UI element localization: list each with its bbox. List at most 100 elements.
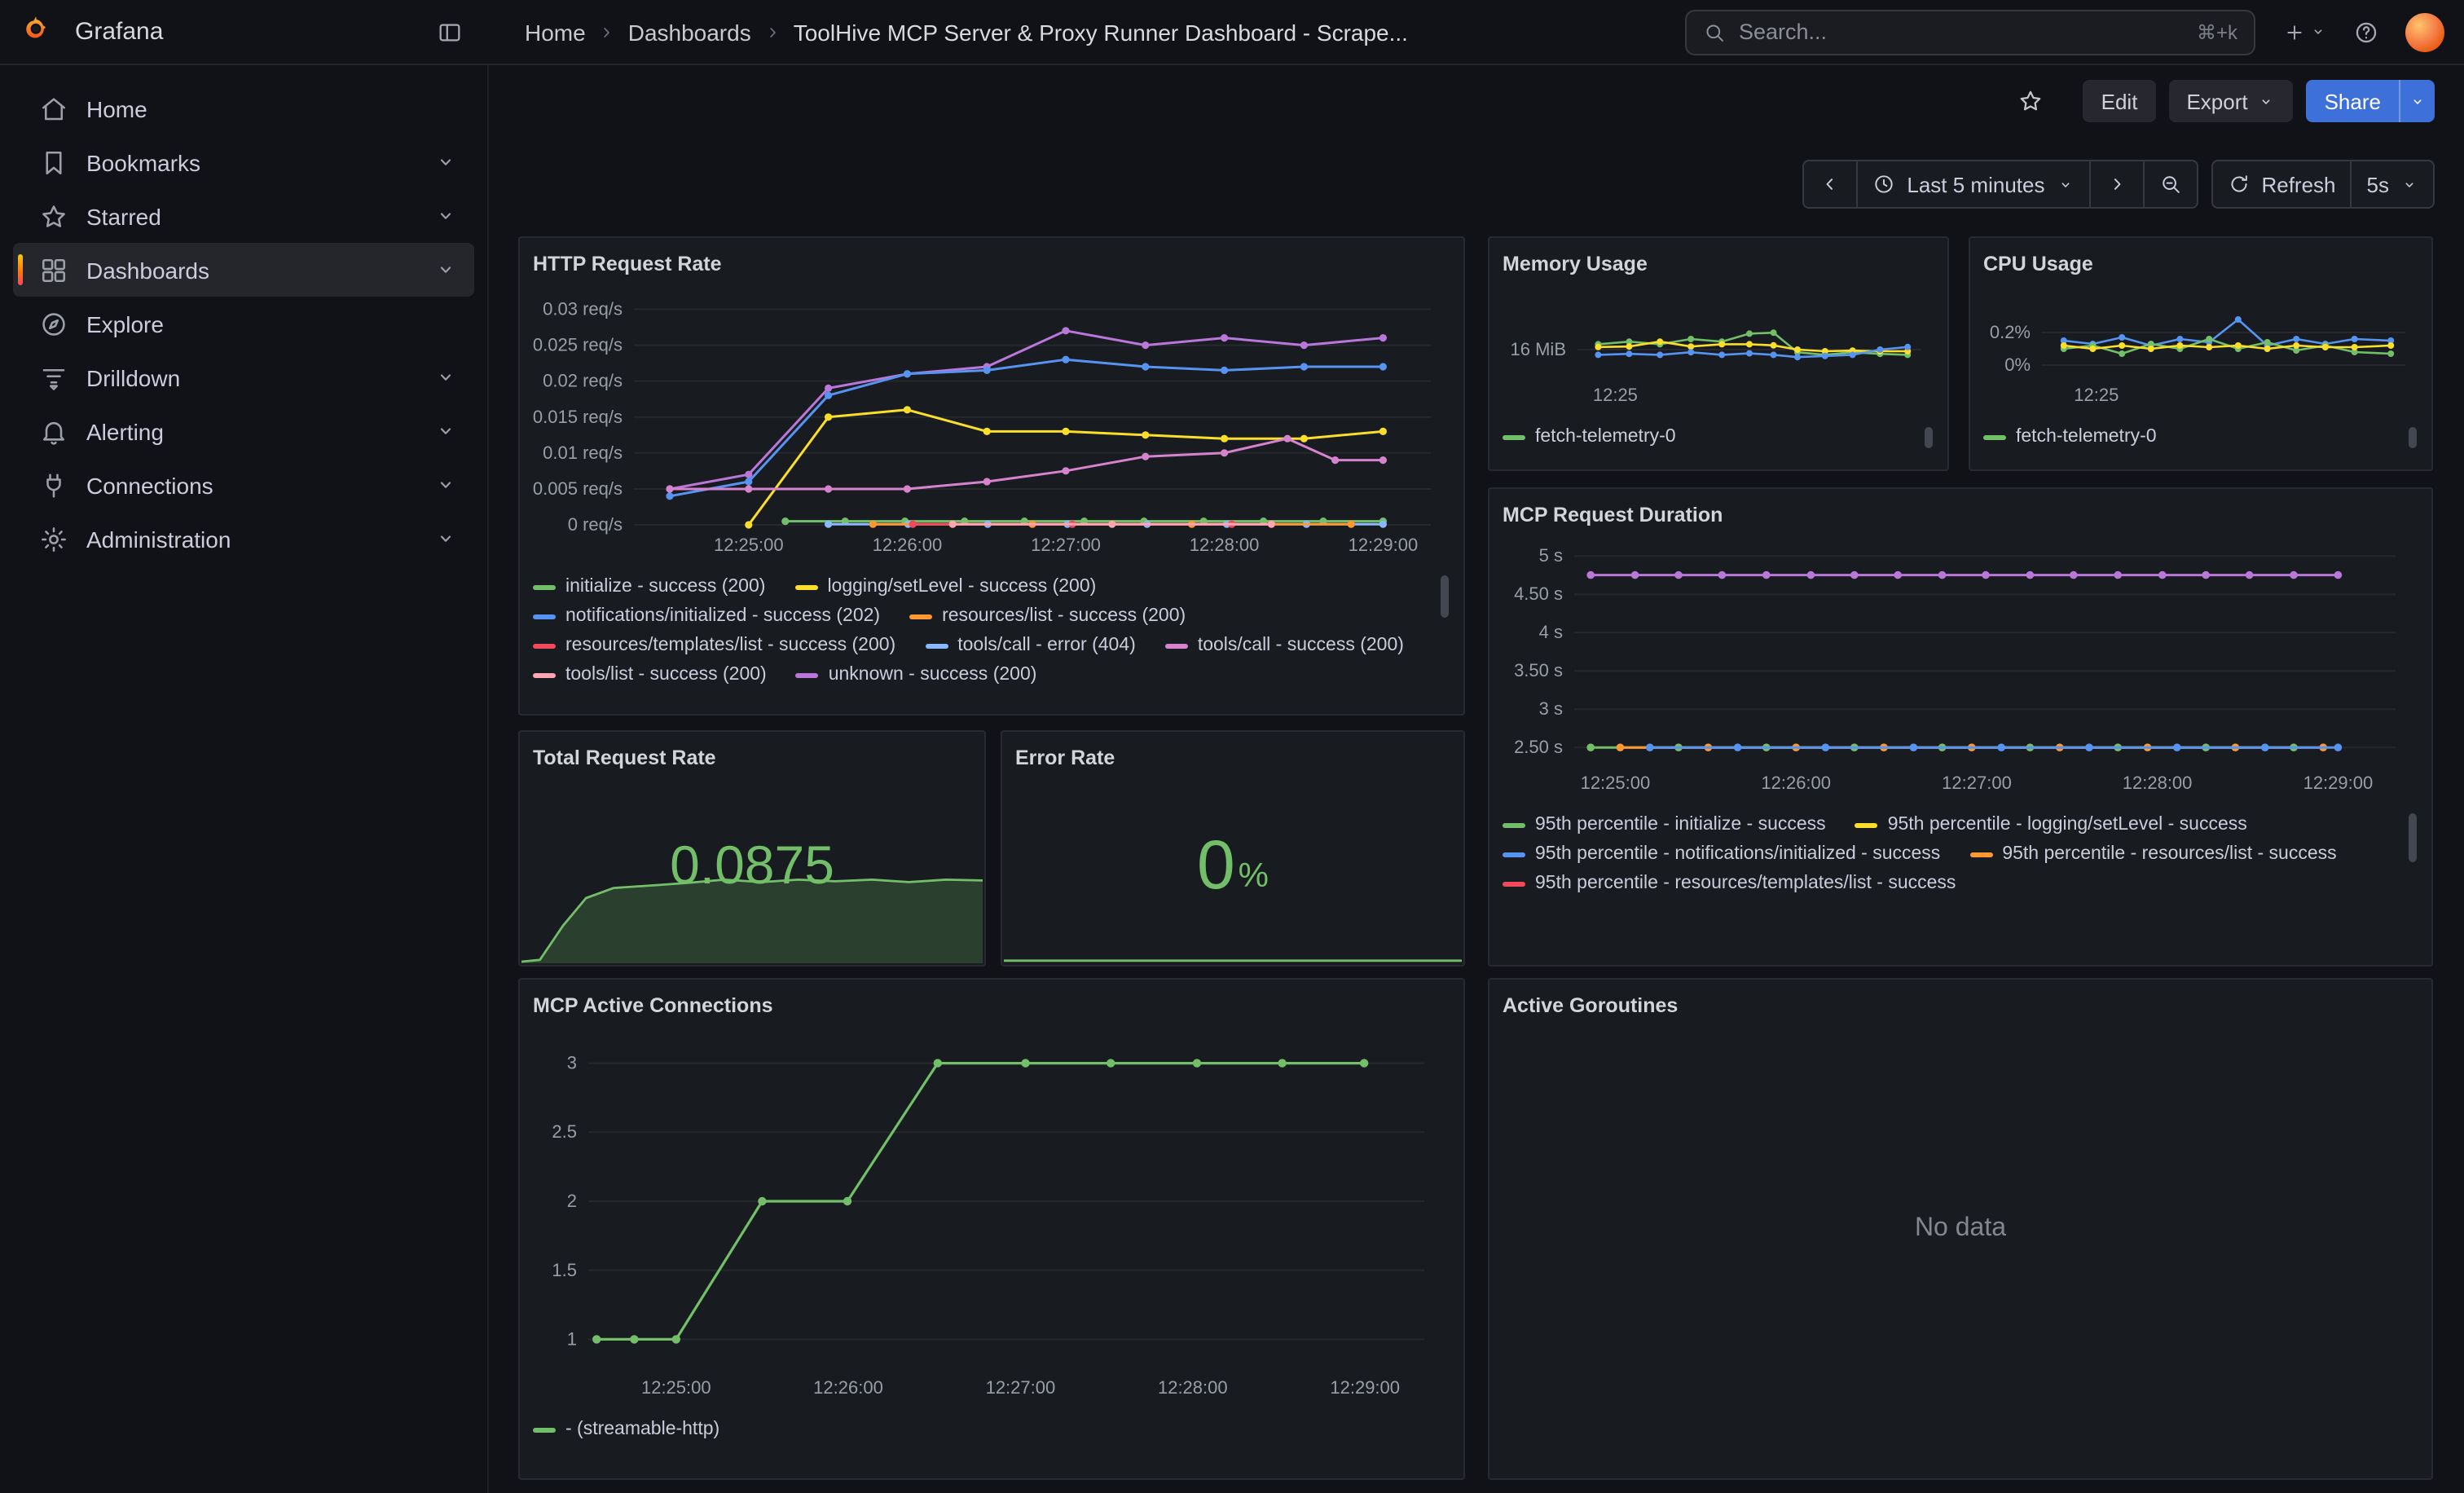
- legend-item[interactable]: - (streamable-http): [533, 1415, 719, 1444]
- legend-item[interactable]: initialize - success (200): [533, 572, 765, 601]
- mcp-active-connections-chart[interactable]: 32.521.5112:25:0012:26:0012:27:0012:28:0…: [533, 1022, 1447, 1400]
- svg-text:12:27:00: 12:27:00: [1942, 773, 2012, 793]
- legend-item[interactable]: fetch-telemetry-0: [1983, 422, 2157, 451]
- search-icon: [1703, 20, 1726, 43]
- legend-label: initialize - success (200): [565, 577, 765, 597]
- legend-swatch: [1503, 881, 1525, 886]
- time-range-picker[interactable]: Last 5 minutes: [1856, 160, 2090, 209]
- new-menu-button[interactable]: [2272, 9, 2337, 55]
- chevron-down-icon[interactable]: [433, 419, 458, 443]
- legend-item[interactable]: 95th percentile - initialize - success: [1503, 810, 1826, 839]
- svg-text:3: 3: [567, 1053, 577, 1073]
- legend-scrollbar[interactable]: [2409, 813, 2417, 862]
- error-rate-unit: %: [1239, 857, 1269, 896]
- favorite-star-button[interactable]: [2009, 78, 2054, 124]
- chevron-down-icon[interactable]: [433, 473, 458, 497]
- sidebar-item-administration[interactable]: Administration: [13, 512, 474, 566]
- legend-swatch: [533, 614, 556, 619]
- legend-item[interactable]: tools/call - success (200): [1165, 631, 1404, 660]
- chevron-down-icon[interactable]: [433, 150, 458, 174]
- sidebar-item-explore[interactable]: Explore: [13, 297, 474, 350]
- legend-label: unknown - success (200): [829, 665, 1037, 685]
- svg-text:4.50 s: 4.50 s: [1514, 584, 1563, 604]
- legend-item[interactable]: notifications/initialized - success (202…: [533, 601, 880, 631]
- legend-swatch: [1503, 434, 1525, 439]
- legend-item[interactable]: tools/list - success (200): [533, 660, 767, 689]
- grafana-logo[interactable]: [23, 14, 59, 50]
- svg-text:12:29:00: 12:29:00: [2303, 773, 2374, 793]
- legend-label: notifications/initialized - success (202…: [565, 606, 880, 626]
- sidebar-item-label: Alerting: [86, 418, 416, 444]
- panel-title[interactable]: MCP Request Duration: [1503, 499, 2418, 531]
- chevron-down-icon[interactable]: [433, 365, 458, 390]
- sidebar-item-dashboards[interactable]: Dashboards: [13, 243, 474, 297]
- time-shift-back-button[interactable]: [1802, 160, 1858, 209]
- plug-icon: [39, 470, 68, 500]
- legend-scrollbar[interactable]: [1441, 575, 1449, 618]
- legend-item[interactable]: fetch-telemetry-0: [1503, 422, 1676, 451]
- legend-scrollbar[interactable]: [2409, 427, 2417, 448]
- export-button[interactable]: Export: [2168, 80, 2293, 122]
- legend-item[interactable]: unknown - success (200): [796, 660, 1037, 689]
- panel-title[interactable]: MCP Active Connections: [533, 989, 1450, 1022]
- sidebar-item-drilldown[interactable]: Drilldown: [13, 350, 474, 404]
- svg-text:0.015 req/s: 0.015 req/s: [533, 407, 623, 427]
- legend-item[interactable]: 95th percentile - notifications/initiali…: [1503, 839, 1940, 869]
- mega-menu-toggle-button[interactable]: [427, 9, 473, 55]
- user-avatar[interactable]: [2405, 12, 2444, 51]
- zoom-out-button[interactable]: [2142, 160, 2198, 209]
- edit-button[interactable]: Edit: [2083, 80, 2156, 122]
- brand-name: Grafana: [75, 18, 163, 46]
- gear-icon: [39, 524, 68, 553]
- legend-item[interactable]: resources/list - success (200): [909, 601, 1186, 631]
- refresh-interval-label: 5s: [2367, 172, 2389, 196]
- sidebar-item-home[interactable]: Home: [13, 81, 474, 135]
- share-options-button[interactable]: [2399, 80, 2435, 122]
- edit-button-label: Edit: [2101, 89, 2138, 113]
- sidebar-item-bookmarks[interactable]: Bookmarks: [13, 135, 474, 189]
- http-request-rate-chart[interactable]: 0 req/s0.005 req/s0.01 req/s0.015 req/s0…: [533, 280, 1447, 557]
- chevron-down-icon[interactable]: [433, 526, 458, 551]
- breadcrumb-dashboards[interactable]: Dashboards: [628, 19, 751, 45]
- refresh-interval-picker[interactable]: 5s: [2351, 160, 2435, 209]
- legend-item[interactable]: 95th percentile - logging/setLevel - suc…: [1855, 810, 2247, 839]
- memory-usage-chart[interactable]: 16 MiB12:25: [1503, 280, 1934, 407]
- sidebar-item-connections[interactable]: Connections: [13, 458, 474, 512]
- chevron-down-icon: [2308, 23, 2326, 41]
- help-button[interactable]: [2343, 9, 2389, 55]
- apps-icon: [39, 255, 68, 284]
- legend-scrollbar[interactable]: [1925, 427, 1933, 448]
- legend-item[interactable]: 95th percentile - resources/list - succe…: [1969, 839, 2336, 869]
- chevron-down-icon[interactable]: [433, 258, 458, 282]
- sidebar-item-starred[interactable]: Starred: [13, 189, 474, 243]
- share-button[interactable]: Share: [2307, 80, 2399, 122]
- legend-wrap: fetch-telemetry-0: [1983, 422, 2418, 458]
- chevron-right-icon: [2105, 173, 2127, 196]
- breadcrumb-home[interactable]: Home: [525, 19, 586, 45]
- panel-total-request-rate: Total Request Rate 0.0875: [518, 730, 986, 967]
- cpu-usage-chart[interactable]: 0.2%0%12:25: [1983, 280, 2418, 407]
- search-input[interactable]: [1739, 20, 2184, 44]
- legend-item[interactable]: logging/setLevel - success (200): [794, 572, 1096, 601]
- refresh-button[interactable]: Refresh: [2211, 160, 2352, 209]
- legend-swatch: [533, 672, 556, 677]
- panel-title[interactable]: CPU Usage: [1983, 248, 2418, 280]
- svg-text:12:29:00: 12:29:00: [1349, 535, 1419, 555]
- zoom-out-icon: [2158, 173, 2181, 196]
- panel-title[interactable]: HTTP Request Rate: [533, 248, 1450, 280]
- legend-item[interactable]: tools/call - error (404): [925, 631, 1136, 660]
- search-box[interactable]: ⌘+k: [1685, 9, 2255, 55]
- legend-swatch: [533, 643, 556, 648]
- legend-item[interactable]: 95th percentile - resources/templates/li…: [1503, 869, 1956, 898]
- mcp-request-duration-chart[interactable]: 5 s4.50 s4 s3.50 s3 s2.50 s12:25:0012:26…: [1503, 531, 2415, 795]
- svg-text:0.025 req/s: 0.025 req/s: [533, 335, 623, 355]
- sidebar-item-alerting[interactable]: Alerting: [13, 404, 474, 458]
- time-shift-forward-button[interactable]: [2088, 160, 2144, 209]
- svg-text:1: 1: [567, 1328, 577, 1349]
- chevron-down-icon[interactable]: [433, 204, 458, 228]
- legend-swatch: [1983, 434, 2006, 439]
- panel-title[interactable]: Memory Usage: [1503, 248, 1934, 280]
- legend-item[interactable]: resources/templates/list - success (200): [533, 631, 895, 660]
- svg-text:12:28:00: 12:28:00: [1190, 535, 1260, 555]
- time-controls: Last 5 minutes Refresh 5s: [1802, 160, 2435, 209]
